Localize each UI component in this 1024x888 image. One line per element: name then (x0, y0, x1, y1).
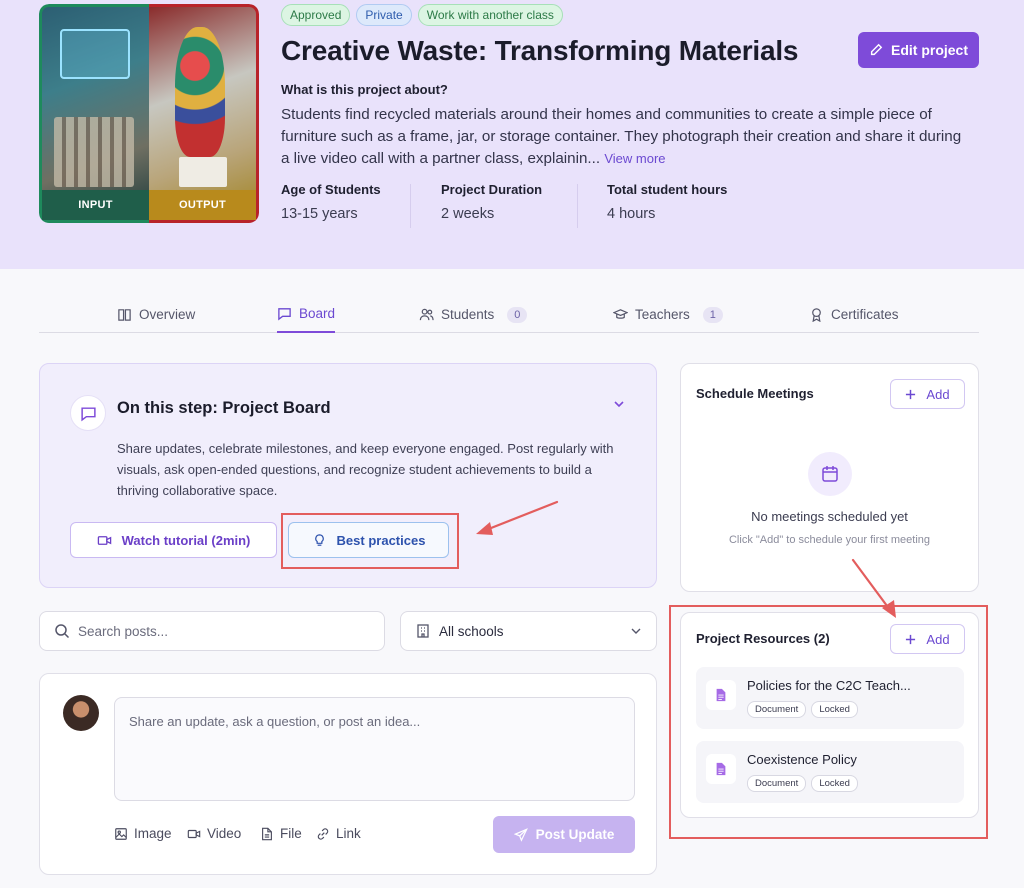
watch-tutorial-button[interactable]: Watch tutorial (2min) (70, 522, 277, 558)
calendar-icon-wrap (808, 452, 852, 496)
cover-input-panel: INPUT (39, 4, 149, 223)
step-icon-wrap (70, 395, 106, 431)
project-title: Creative Waste: Transforming Materials (281, 35, 799, 66)
video-icon (187, 829, 201, 838)
avatar (63, 695, 99, 731)
attach-image-button[interactable]: Image (114, 826, 172, 841)
badge-private: Private (356, 4, 412, 26)
add-meeting-button[interactable]: Add (890, 379, 965, 409)
tab-certificates[interactable]: Certificates (809, 296, 899, 333)
graduation-cap-icon (613, 309, 628, 319)
attach-link-button[interactable]: Link (316, 826, 361, 841)
cover-output-panel: OUTPUT (149, 4, 259, 223)
video-icon (97, 535, 111, 545)
tab-board[interactable]: Board (277, 296, 336, 333)
meta-age: Age of Students 13-15 years (281, 182, 381, 222)
chat-icon (80, 406, 96, 421)
students-count: 0 (507, 306, 528, 323)
meetings-title: Schedule Meetings (696, 386, 814, 401)
attach-video-button[interactable]: Video (187, 826, 241, 841)
cover-output-label: OUTPUT (149, 190, 256, 220)
about-text: Students find recycled materials around … (281, 104, 971, 170)
teachers-count: 1 (702, 306, 723, 323)
badge-approved: Approved (281, 4, 351, 26)
project-header: INPUT OUTPUT Approved Private Work with … (0, 0, 1024, 269)
book-icon (118, 309, 131, 321)
step-description: Share updates, celebrate milestones, and… (117, 441, 614, 498)
post-input[interactable] (114, 697, 635, 801)
calendar-icon (822, 466, 838, 482)
image-icon (115, 827, 127, 840)
edit-project-button[interactable]: Edit project (858, 32, 979, 68)
search-box (39, 611, 385, 651)
view-more-link[interactable]: View more (604, 151, 665, 166)
edit-project-label: Edit project (890, 42, 968, 58)
meetings-empty-title: No meetings scheduled yet (751, 509, 908, 524)
chat-icon (278, 308, 291, 321)
post-composer: Image Video File Link Post Update (39, 673, 657, 875)
status-badges: Approved Private Work with another class (281, 4, 563, 26)
link-icon (317, 827, 329, 840)
chevron-down-icon (631, 628, 641, 634)
meta-hours: Total student hours 4 hours (607, 182, 728, 222)
post-update-button[interactable]: Post Update (493, 816, 635, 853)
badge-collaboration: Work with another class (417, 4, 563, 26)
meetings-empty-hint: Click "Add" to schedule your first meeti… (728, 534, 930, 546)
school-filter-value: All schools (439, 623, 504, 639)
meta-duration: Project Duration 2 weeks (441, 182, 543, 222)
award-icon (812, 308, 821, 322)
school-filter-dropdown[interactable]: All schools (400, 611, 657, 651)
tab-students[interactable]: Students 0 (419, 296, 528, 333)
about-heading: What is this project about? (281, 82, 448, 97)
meta-divider (577, 184, 578, 228)
attach-file-button[interactable]: File (260, 826, 302, 841)
chevron-down-icon[interactable] (612, 397, 626, 411)
highlight-box-best-practices (281, 513, 459, 569)
pencil-icon (870, 43, 883, 56)
search-input[interactable] (78, 623, 358, 639)
send-icon (513, 827, 528, 842)
project-cover-image: INPUT OUTPUT (39, 4, 259, 223)
highlight-box-resources (669, 605, 988, 839)
schedule-meetings-panel: Schedule Meetings Add No meetings schedu… (680, 363, 979, 592)
tab-teachers[interactable]: Teachers 1 (613, 296, 723, 333)
search-icon (55, 624, 70, 639)
project-tabs: Overview Board Students 0 Teachers 1 Cer… (39, 296, 979, 333)
building-icon (417, 624, 429, 638)
cover-input-label: INPUT (42, 190, 149, 220)
step-title: On this step: Project Board (117, 399, 331, 417)
meta-divider (410, 184, 411, 228)
tab-overview[interactable]: Overview (117, 296, 195, 333)
plus-icon (906, 389, 916, 399)
users-icon (419, 308, 434, 321)
file-icon (262, 827, 272, 840)
